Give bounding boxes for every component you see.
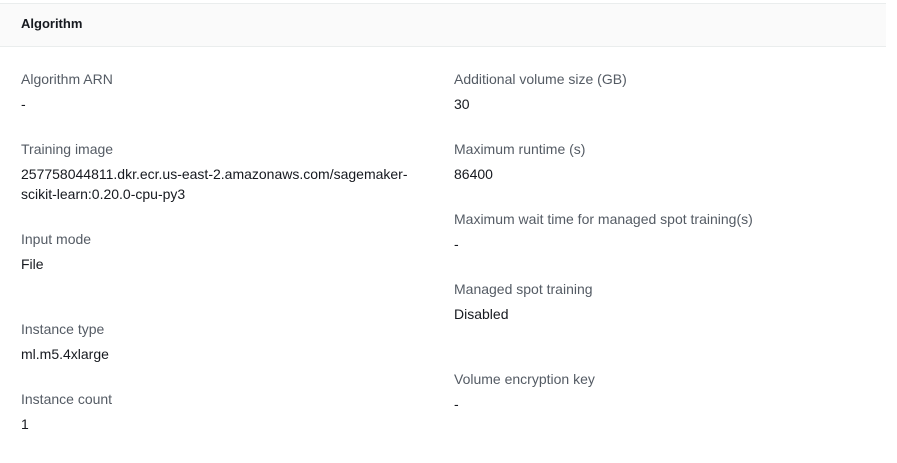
field-value: Disabled [454, 306, 509, 322]
field-label: Instance type [21, 321, 105, 337]
field-algorithm-arn: Algorithm ARN - [21, 69, 431, 114]
field-label: Managed spot training [454, 281, 593, 297]
field-value: File [21, 256, 44, 272]
field-instance-type: Instance type ml.m5.4xlarge [21, 319, 431, 364]
field-label: Additional volume size (GB) [454, 71, 627, 87]
field-label: Algorithm ARN [21, 71, 113, 87]
field-value: ml.m5.4xlarge [21, 346, 109, 362]
field-label: Maximum runtime (s) [454, 141, 586, 157]
field-label: Instance count [21, 391, 113, 407]
field-value: 1 [21, 416, 29, 432]
field-value: 86400 [454, 166, 493, 182]
field-value: - [454, 236, 459, 252]
field-training-image: Training image 257758044811.dkr.ecr.us-e… [21, 139, 431, 204]
field-maximum-runtime: Maximum runtime (s) 86400 [454, 139, 864, 184]
field-managed-spot-training: Managed spot training Disabled [454, 279, 864, 324]
field-maximum-wait-time: Maximum wait time for managed spot train… [454, 209, 864, 254]
field-label: Input mode [21, 231, 92, 247]
field-label: Training image [21, 141, 114, 157]
field-value: - [454, 396, 459, 412]
field-value: - [21, 96, 26, 112]
field-volume-encryption-key: Volume encryption key - [454, 369, 864, 414]
panel-title: Algorithm [21, 16, 83, 31]
algorithm-panel: Algorithm Algorithm ARN - Training image… [0, 0, 897, 463]
field-instance-count: Instance count 1 [21, 389, 431, 434]
field-label: Volume encryption key [454, 371, 595, 387]
field-input-mode: Input mode File [21, 229, 431, 274]
field-value: 257758044811.dkr.ecr.us-east-2.amazonaws… [21, 166, 408, 202]
panel-header: Algorithm [0, 3, 886, 47]
field-additional-volume-size: Additional volume size (GB) 30 [454, 69, 864, 114]
field-label: Maximum wait time for managed spot train… [454, 211, 753, 227]
field-value: 30 [454, 96, 470, 112]
